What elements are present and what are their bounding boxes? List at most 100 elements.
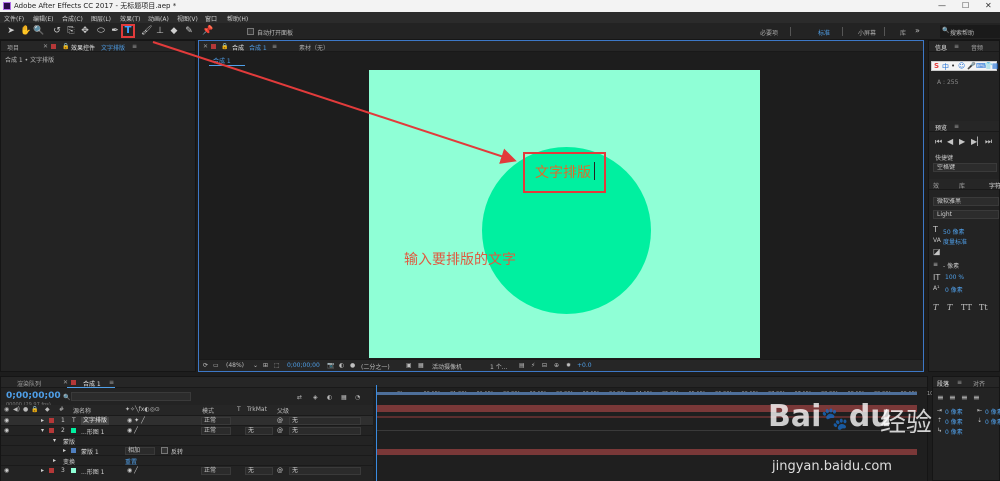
color-channel-icon[interactable]: ● (350, 362, 355, 369)
ime-punct-icon[interactable]: • (951, 62, 955, 70)
close-button[interactable]: ✕ (985, 1, 992, 10)
expand-triangle-icon[interactable]: ▾ (41, 427, 44, 434)
tab-effect-controls[interactable]: 效果控件 (71, 43, 95, 52)
fast-preview-icon[interactable]: ⚡ (531, 362, 535, 369)
views-dropdown[interactable]: 1 个... (490, 362, 507, 371)
indent-left-value[interactable]: 0 像素 (945, 407, 963, 416)
font-size-value[interactable]: 50 像素 (943, 227, 965, 236)
snapshot-icon[interactable]: 📷 (327, 362, 334, 369)
tab-libraries[interactable]: 库 (959, 181, 965, 190)
pen-tool-icon[interactable]: ✒ (110, 26, 120, 37)
panel-menu-icon[interactable]: ≡ (132, 43, 137, 50)
menu-window[interactable]: 窗口 (205, 14, 217, 23)
region-of-interest-icon[interactable]: ▣ (406, 362, 412, 369)
panel-menu-icon[interactable]: ≡ (109, 379, 114, 386)
always-preview-icon[interactable]: ⟳ (203, 362, 208, 369)
shortcut-dropdown[interactable]: 空格键 (933, 163, 997, 172)
panel-menu-icon[interactable]: ≡ (954, 43, 959, 50)
effect-controls-target[interactable]: 文字排版 (101, 43, 125, 52)
pickwhip-icon[interactable]: @ (277, 417, 283, 424)
col-t[interactable]: T (237, 406, 241, 413)
col-source-name[interactable]: 源名称 (73, 406, 91, 415)
expand-triangle-icon[interactable]: ▸ (63, 447, 66, 454)
clone-stamp-tool-icon[interactable]: ⊥ (155, 26, 165, 37)
comp-flowchart-icon[interactable]: ⇄ (297, 394, 302, 401)
color-swatch-icon[interactable]: ◪ (933, 247, 941, 256)
brush-tool-icon[interactable]: 🖌 (141, 26, 152, 37)
layer-color-label[interactable] (49, 428, 54, 433)
panel-menu-icon[interactable]: ≡ (954, 123, 959, 130)
selection-tool-icon[interactable]: ➤ (6, 26, 16, 37)
sogou-s-icon[interactable]: S (934, 62, 939, 70)
prev-frame-icon[interactable]: ◀ (947, 137, 953, 146)
eye-icon[interactable]: ◉ (4, 417, 9, 424)
hand-tool-icon[interactable]: ✋ (20, 26, 31, 37)
list-item[interactable]: ▾ 蒙版 (1, 435, 373, 446)
menu-animation[interactable]: 动画(A) (148, 14, 169, 23)
panel-menu-icon[interactable]: ≡ (957, 379, 962, 386)
frame-blending-icon[interactable]: ▦ (341, 394, 347, 401)
layer-color-label[interactable] (49, 418, 54, 423)
pan-behind-tool-icon[interactable]: ✥ (80, 26, 90, 37)
graph-editor-icon[interactable]: ◔ (355, 394, 360, 401)
minimize-button[interactable]: — (938, 1, 946, 10)
table-row[interactable]: ◉ ▾ 2 ...形图 1 ◉ ╱ 正常 无 @ 无 (1, 425, 373, 436)
menu-help[interactable]: 帮助(H) (227, 14, 248, 23)
font-style-dropdown[interactable]: Light (933, 210, 999, 219)
font-family-dropdown[interactable]: 微软雅黑 (933, 197, 999, 206)
comp-sub-tab[interactable]: 合成 1 (213, 56, 231, 65)
first-line-indent-value[interactable]: 0 像素 (945, 427, 963, 436)
table-row[interactable]: ◉ ▸ 3 ...形图 1 ◉ ╱ 正常 无 @ 无 (1, 465, 373, 476)
layer-trkmat-dropdown[interactable]: 无 (245, 427, 273, 435)
eye-icon[interactable]: ◉ (4, 427, 9, 434)
flowchart-icon[interactable]: ⊕ (554, 362, 559, 369)
layer-switch-icon[interactable]: ◉ ╱ (127, 427, 138, 434)
close-icon[interactable]: ✕ (43, 43, 48, 50)
layer-switch-icon[interactable]: ◉ ✦ ╱ (127, 417, 145, 424)
expand-triangle-icon[interactable]: ▾ (53, 437, 56, 444)
menu-file[interactable]: 文件(F) (4, 14, 24, 23)
menu-effect[interactable]: 效果(T) (120, 14, 140, 23)
mask-mode-dropdown[interactable]: 相加 (125, 447, 155, 455)
exposure-icon[interactable]: ✹ (566, 362, 571, 369)
layer-color-label[interactable] (49, 468, 54, 473)
indent-right-value[interactable]: 0 像素 (985, 407, 1000, 416)
close-icon[interactable]: ✕ (63, 379, 68, 386)
expand-triangle-icon[interactable]: ▸ (53, 457, 56, 464)
pickwhip-icon[interactable]: @ (277, 427, 283, 434)
layer-switch-icon[interactable]: ◉ ╱ (127, 467, 138, 474)
zoom-tool-icon[interactable]: 🔍 (33, 26, 44, 37)
col-parent[interactable]: 父级 (277, 406, 289, 415)
menu-view[interactable]: 视图(V) (177, 14, 198, 23)
lock-icon[interactable]: 🔒 (62, 43, 69, 50)
space-after-value[interactable]: 0 像素 (985, 417, 1000, 426)
all-caps-icon[interactable]: TT (961, 303, 972, 312)
camera-dropdown[interactable]: 活动摄像机 (432, 362, 462, 371)
layer-mode-dropdown[interactable]: 正常 (201, 467, 231, 475)
resolution-dropdown[interactable]: (二分之一) (361, 362, 390, 371)
menu-composition[interactable]: 合成(C) (62, 14, 83, 23)
pickwhip-icon[interactable]: @ (277, 467, 283, 474)
comp-canvas[interactable]: 文字排版 输入要排版的文字 (369, 70, 760, 358)
grid-icon[interactable]: ⊞ (263, 362, 268, 369)
table-row[interactable]: ◉ ▸ 1 T 文字排版 ◉ ✦ ╱ 正常 @ 无 (1, 415, 373, 425)
layer-name[interactable]: ...形图 1 (81, 467, 104, 476)
monitor-icon[interactable]: ▭ (213, 362, 219, 369)
eraser-tool-icon[interactable]: ◆ (169, 26, 179, 37)
align-center-icon[interactable]: ≡ (949, 393, 956, 402)
ime-toolbar[interactable]: S 中 • ☺ 🎤 ⌨ 👕 ▦ (931, 61, 999, 71)
tab-footage[interactable]: 素材（无） (299, 43, 329, 52)
justify-icon[interactable]: ≡ (973, 393, 980, 402)
zoom-dropdown[interactable]: (48%) (226, 362, 244, 369)
work-area-bar[interactable] (377, 392, 917, 395)
workspace-more-icon[interactable]: » (915, 26, 920, 35)
panel-menu-icon[interactable]: ≡ (272, 43, 277, 50)
draft-3d-icon[interactable]: ◈ (313, 394, 318, 401)
ime-emoji-icon[interactable]: ☺ (958, 62, 965, 70)
lock-icon[interactable]: 🔒 (221, 43, 228, 50)
tab-character[interactable]: 字符 (989, 181, 1000, 190)
layer-parent-dropdown[interactable]: 无 (289, 467, 361, 475)
vertical-scale-value[interactable]: 100 % (945, 274, 964, 281)
mask-invert-checkbox[interactable] (161, 447, 168, 454)
layer-parent-dropdown[interactable]: 无 (289, 417, 361, 425)
